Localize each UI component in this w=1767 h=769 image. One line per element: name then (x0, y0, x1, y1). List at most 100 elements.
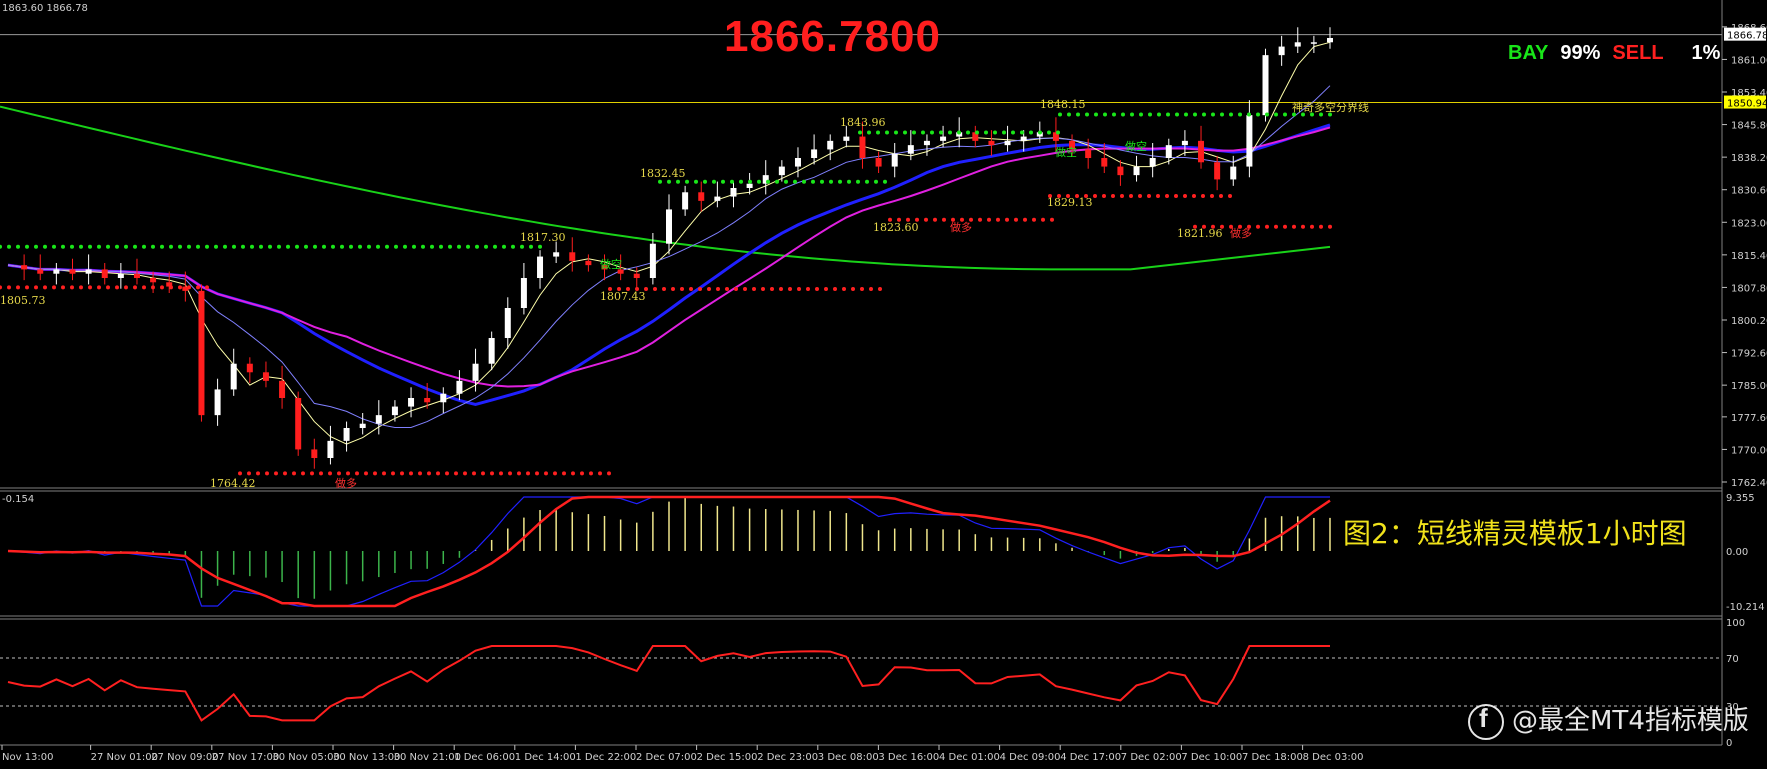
resistance-dot (948, 130, 952, 135)
resistance-dot (16, 244, 20, 249)
resistance-dot (1002, 130, 1006, 135)
resistance-dot (520, 244, 524, 249)
current-price-big: 1866.7800 (724, 12, 941, 61)
support-dot (1274, 224, 1278, 229)
resistance-dot (1265, 112, 1269, 117)
support-dot (418, 471, 422, 476)
support-dot (115, 285, 119, 290)
resistance-dot (784, 179, 788, 184)
support-dot (1102, 194, 1106, 199)
resistance-dot (349, 244, 353, 249)
watermark: @最全MT4指标模版 (1468, 700, 1749, 740)
support-dot (205, 285, 209, 290)
candle-body (117, 273, 124, 278)
resistance-dot (187, 244, 191, 249)
support-dot (598, 471, 602, 476)
resistance-dot (79, 244, 83, 249)
level-label: 1817.30 (520, 231, 566, 244)
resistance-dot (412, 244, 416, 249)
price-chart[interactable]: 1868.601861.001853.401845.801838.201830.… (0, 0, 1767, 769)
bay-percent: 99% (1560, 42, 1601, 64)
candle-body (859, 136, 866, 158)
resistance-dot (322, 244, 326, 249)
support-dot (490, 471, 494, 476)
support-dot (61, 285, 65, 290)
support-dot (544, 471, 548, 476)
resistance-dot (25, 244, 29, 249)
resistance-dot (430, 244, 434, 249)
support-dot (382, 471, 386, 476)
rsi-tick-label: 70 (1726, 654, 1739, 665)
time-tick-label: 3 Dec 16:00 (878, 752, 939, 763)
support-dot (310, 471, 314, 476)
resistance-dot (1166, 112, 1170, 117)
resistance-dot (376, 244, 380, 249)
time-tick-label: 1 Dec 22:00 (575, 752, 636, 763)
candle-body (520, 278, 527, 308)
support-dot (698, 287, 702, 292)
chart-caption: 图2：短线精灵模板1小时图 (1343, 517, 1687, 550)
support-dot (996, 217, 1000, 222)
support-dot (364, 471, 368, 476)
support-dot (238, 471, 242, 476)
support-dot (472, 471, 476, 476)
support-dot (373, 471, 377, 476)
bay-label: BAY (1508, 42, 1549, 64)
resistance-dot (1247, 112, 1251, 117)
price-tick-label: 1807.80 (1731, 283, 1767, 294)
support-dot (1023, 217, 1027, 222)
resistance-dot (259, 244, 263, 249)
time-tick-label: 7 Dec 02:00 (1121, 752, 1182, 763)
resistance-dot (421, 244, 425, 249)
resistance-dot (205, 244, 209, 249)
support-dot (1111, 194, 1115, 199)
candle-body (472, 363, 479, 381)
price-tick-label: 1800.20 (1731, 316, 1767, 327)
support-dot (1138, 194, 1142, 199)
candle-body (311, 449, 318, 458)
support-dot (978, 217, 982, 222)
resistance-dot (304, 244, 308, 249)
support-dot (1120, 194, 1124, 199)
resistance-dot (694, 179, 698, 184)
support-dot (860, 287, 864, 292)
time-tick-label: 3 Dec 08:00 (818, 752, 879, 763)
candle-body (1149, 158, 1156, 167)
support-dot (607, 471, 611, 476)
time-tick-label: 27 Nov 09:00 (151, 752, 218, 763)
support-dot (671, 287, 675, 292)
resistance-dot (858, 130, 862, 135)
support-dot (1210, 194, 1214, 199)
candle-body (569, 252, 576, 261)
candle-body (1004, 140, 1011, 146)
candle-body (633, 273, 640, 278)
support-dot (580, 471, 584, 476)
candle-body (359, 423, 366, 428)
resistance-dot (394, 244, 398, 249)
support-dot (1005, 217, 1009, 222)
support-dot (283, 471, 287, 476)
price-tick-label: 1785.00 (1731, 381, 1767, 392)
candle-body (262, 372, 269, 381)
support-dot (25, 285, 29, 290)
time-tick-label: 7 Dec 18:00 (1242, 752, 1303, 763)
candle-body (666, 209, 672, 244)
resistance-dot (757, 179, 761, 184)
resistance-dot (529, 244, 533, 249)
support-dot (160, 285, 164, 290)
support-dot (142, 285, 146, 290)
support-dot (833, 287, 837, 292)
candle-body (391, 406, 398, 416)
resistance-dot (984, 130, 988, 135)
resistance-dot (151, 244, 155, 249)
support-dot (779, 287, 783, 292)
time-tick-label: 1 Dec 06:00 (454, 752, 515, 763)
support-dot (553, 471, 557, 476)
support-dot (824, 287, 828, 292)
support-dot (933, 217, 937, 222)
candle-body (1020, 136, 1027, 141)
candle-body (698, 192, 705, 201)
resistance-dot (1011, 130, 1015, 135)
resistance-dot (1238, 112, 1242, 117)
resistance-dot (685, 179, 689, 184)
